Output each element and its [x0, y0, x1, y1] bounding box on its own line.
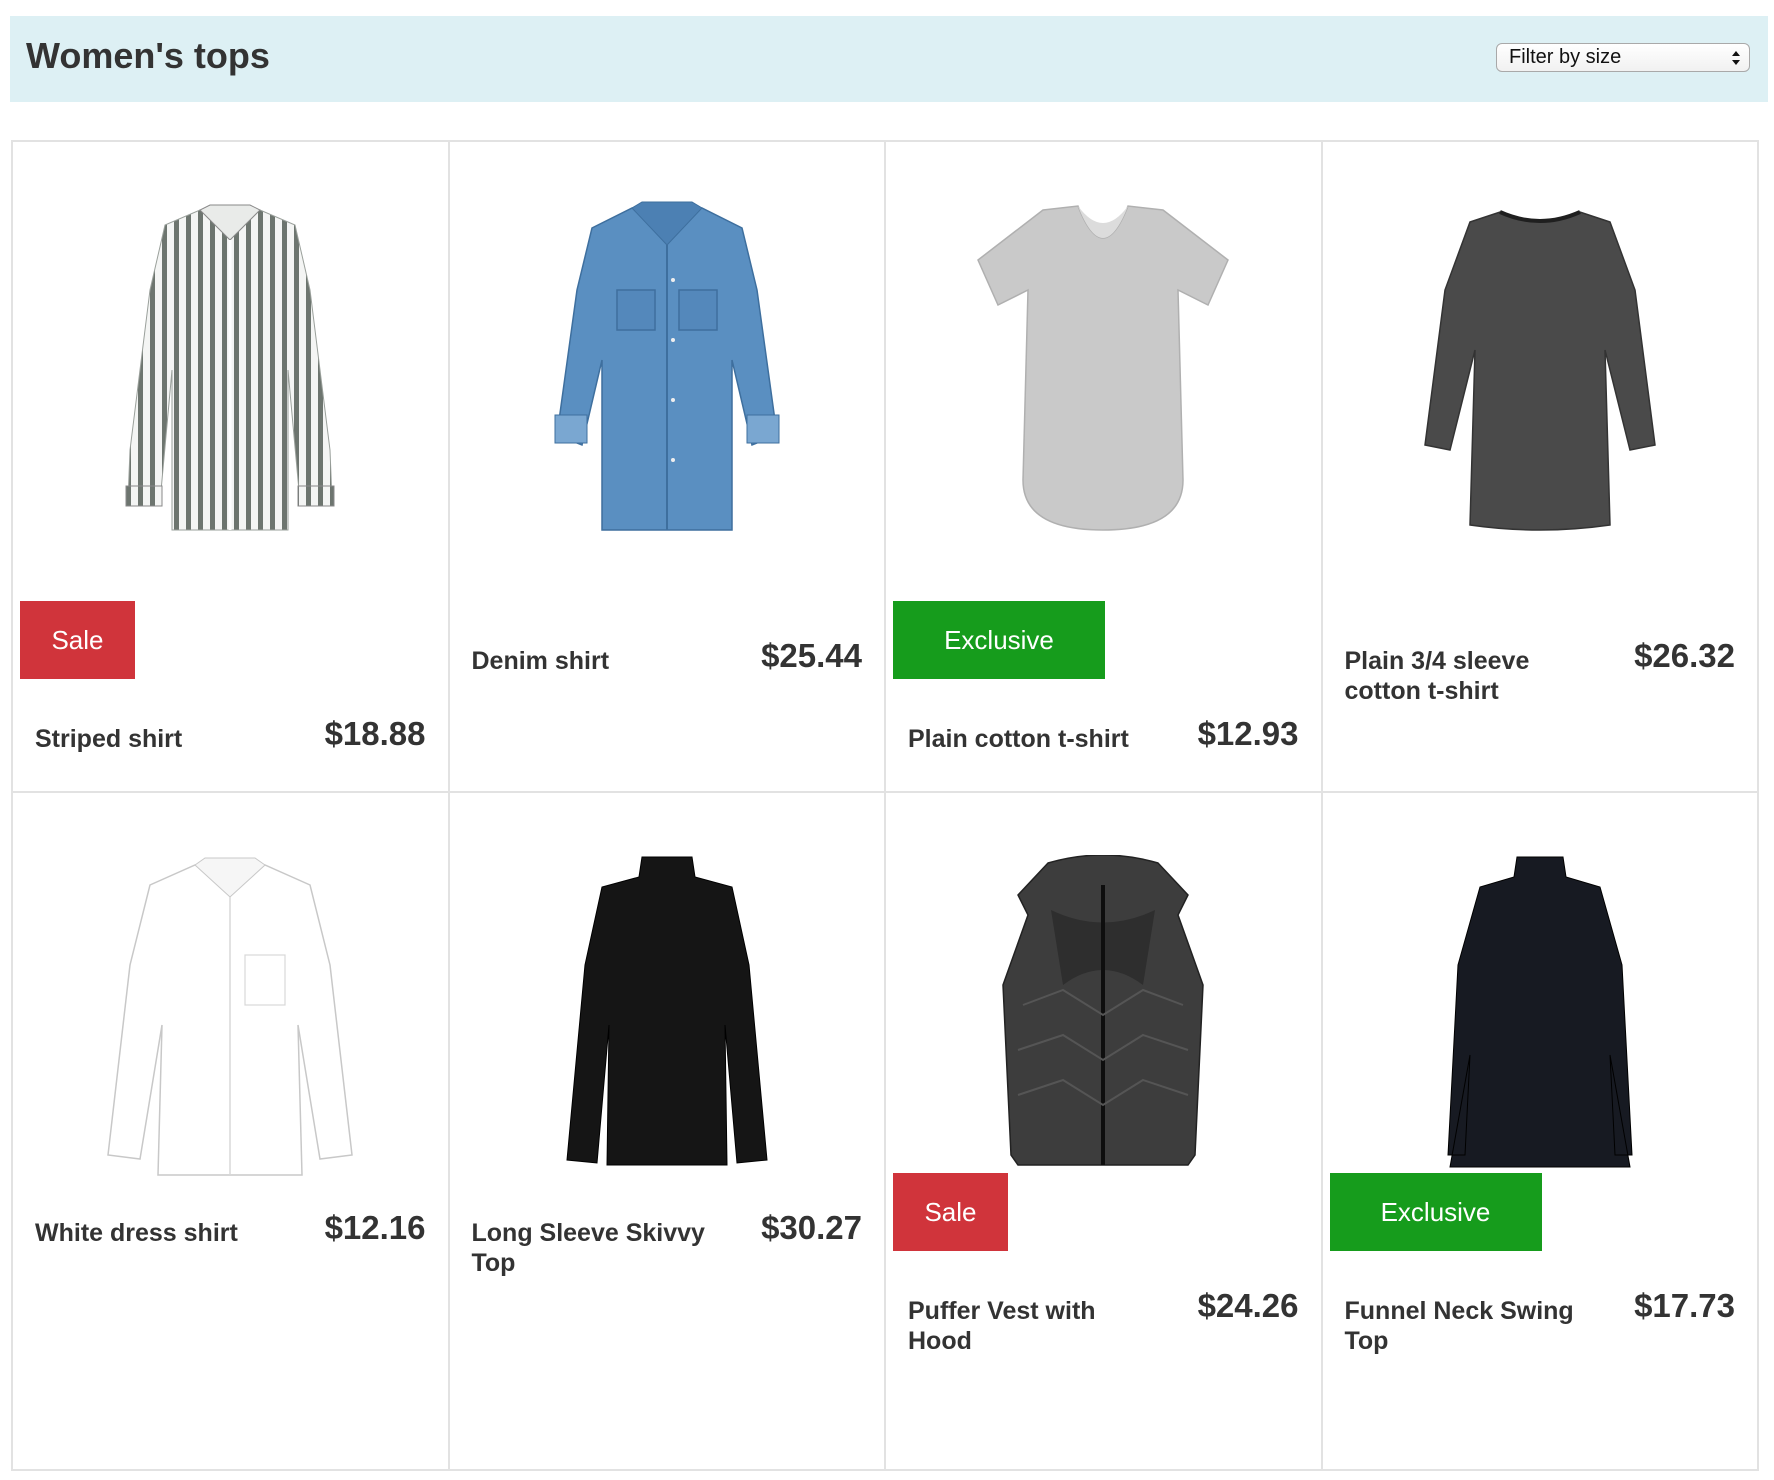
- denim-shirt-image: [554, 201, 780, 531]
- product-name[interactable]: Long Sleeve Skivvy Top: [472, 1218, 722, 1278]
- page-title: Women's tops: [26, 35, 270, 76]
- product-price: $24.26: [1197, 1287, 1299, 1324]
- product-price: $17.73: [1634, 1287, 1735, 1324]
- product-name[interactable]: Puffer Vest with Hood: [908, 1296, 1158, 1356]
- product-name[interactable]: White dress shirt: [35, 1218, 285, 1248]
- product-card[interactable]: Sale Striped shirt $18.88: [13, 142, 450, 793]
- striped-shirt-image: [125, 204, 335, 531]
- product-name[interactable]: Funnel Neck Swing Top: [1345, 1296, 1595, 1356]
- charcoal-tee-image: [1423, 210, 1656, 531]
- product-price: $12.16: [324, 1209, 426, 1246]
- product-card[interactable]: Denim shirt $25.44: [449, 142, 886, 793]
- exclusive-badge: Exclusive: [893, 601, 1105, 679]
- black-skivvy-image: [566, 856, 768, 1166]
- product-card[interactable]: Plain 3/4 sleeve cotton t-shirt $26.32: [1322, 142, 1759, 793]
- product-card[interactable]: Long Sleeve Skivvy Top $30.27: [449, 793, 886, 1471]
- grey-tshirt-image: [977, 205, 1230, 531]
- product-card[interactable]: White dress shirt $12.16: [13, 793, 450, 1471]
- select-arrows-icon: [1732, 51, 1740, 65]
- product-price: $30.27: [761, 1209, 862, 1246]
- product-card[interactable]: Exclusive Funnel Neck Swing Top $17.73: [1322, 793, 1759, 1471]
- product-price: $12.93: [1197, 715, 1299, 752]
- product-name[interactable]: Plain cotton t-shirt: [908, 724, 1158, 754]
- product-card[interactable]: Sale Puffer Vest with Hood $24.26: [886, 793, 1323, 1471]
- swing-top-image: [1447, 856, 1633, 1168]
- sale-badge: Sale: [893, 1173, 1008, 1251]
- exclusive-badge: Exclusive: [1329, 1173, 1542, 1251]
- product-grid: Sale Striped shirt $18.88 Denim shirt $2…: [11, 140, 1759, 1471]
- filter-by-size-select[interactable]: Filter by size: [1496, 43, 1750, 72]
- product-name[interactable]: Plain 3/4 sleeve cotton t-shirt: [1345, 646, 1595, 706]
- product-card[interactable]: Exclusive Plain cotton t-shirt $12.93: [886, 142, 1323, 793]
- product-name[interactable]: Denim shirt: [472, 646, 722, 676]
- sale-badge: Sale: [20, 601, 135, 679]
- product-price: $18.88: [324, 715, 426, 752]
- puffer-vest-image: [1002, 855, 1205, 1166]
- product-name[interactable]: Striped shirt: [35, 724, 285, 754]
- page-header: Women's tops Filter by size: [10, 16, 1768, 102]
- product-price: $26.32: [1634, 637, 1735, 674]
- product-price: $25.44: [761, 637, 862, 674]
- filter-by-size-label: Filter by size: [1509, 46, 1622, 68]
- white-shirt-image: [107, 857, 354, 1176]
